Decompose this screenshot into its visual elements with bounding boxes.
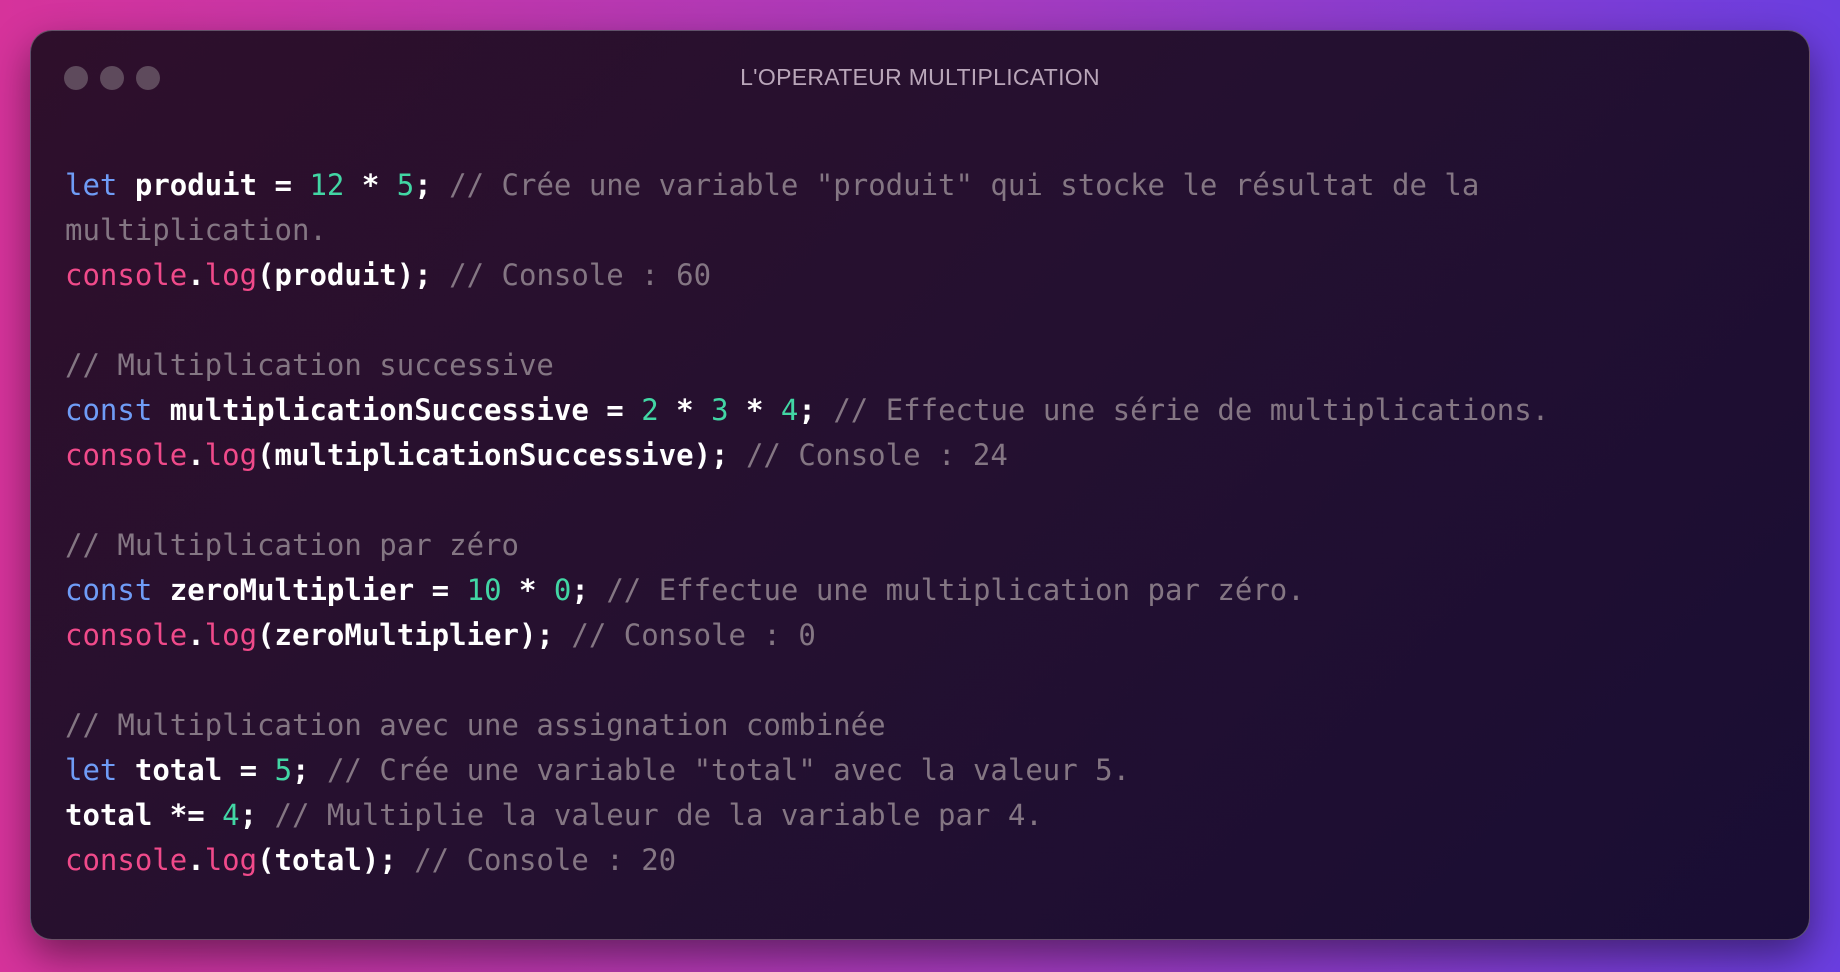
function-name: log — [204, 438, 258, 472]
code-comment: // Crée une variable "produit" qui stock… — [449, 168, 1480, 202]
code-comment: // Crée une variable "total" avec la val… — [326, 753, 1131, 787]
code-comment: // Console : 20 — [414, 843, 677, 877]
punctuation: . — [187, 438, 205, 472]
punctuation: (produit); — [257, 258, 450, 292]
code-line: // Multiplication successive — [65, 343, 1549, 388]
number-literal: 10 — [466, 573, 502, 607]
code-comment: // Multiplication par zéro — [65, 528, 519, 562]
console-object: console — [65, 438, 188, 472]
code-line: console.log(total); // Console : 20 — [65, 838, 1549, 883]
punctuation — [117, 168, 134, 202]
operator: = — [414, 573, 467, 607]
code-comment: // Effectue une série de multiplications… — [833, 393, 1550, 427]
keyword: let — [65, 168, 118, 202]
punctuation — [152, 573, 169, 607]
code-line: const zeroMultiplier = 10 * 0; // Effect… — [65, 568, 1549, 613]
punctuation: (total); — [257, 843, 415, 877]
identifier: multiplicationSuccessive — [169, 393, 589, 427]
number-literal: 0 — [553, 573, 572, 607]
keyword: const — [65, 573, 153, 607]
code-line: let total = 5; // Crée une variable "tot… — [65, 748, 1549, 793]
window-titlebar: L'OPERATEUR MULTIPLICATION — [31, 31, 1809, 123]
number-literal: 12 — [309, 168, 345, 202]
punctuation: . — [187, 618, 205, 652]
identifier: total — [65, 798, 153, 832]
number-literal: 4 — [780, 393, 799, 427]
code-window: L'OPERATEUR MULTIPLICATION let produit =… — [30, 30, 1810, 940]
punctuation: . — [187, 843, 205, 877]
number-literal: 3 — [711, 393, 729, 427]
code-comment: multiplication. — [65, 213, 327, 247]
code-comment: // Console : 0 — [571, 618, 816, 652]
function-name: log — [204, 843, 258, 877]
operator: * — [728, 393, 781, 427]
code-comment: // Effectue une multiplication par zéro. — [606, 573, 1305, 607]
code-comment: // Multiplie la valeur de la variable pa… — [274, 798, 1043, 832]
keyword: let — [65, 753, 118, 787]
identifier: total — [134, 753, 223, 787]
operator: * — [501, 573, 554, 607]
number-literal: 4 — [222, 798, 240, 832]
code-line: total *= 4; // Multiplie la valeur de la… — [65, 793, 1549, 838]
code-comment: // Console : 60 — [449, 258, 712, 292]
code-line: console.log(produit); // Console : 60 — [65, 253, 1549, 298]
operator: * — [658, 393, 712, 427]
punctuation: (zeroMultiplier); — [257, 618, 572, 652]
number-literal: 2 — [641, 393, 659, 427]
function-name: log — [204, 258, 258, 292]
code-comment: // Multiplication successive — [65, 348, 554, 382]
code-comment: // Multiplication avec une assignation c… — [65, 708, 886, 742]
code-line: multiplication. — [65, 208, 1549, 253]
code-line: let produit = 12 * 5; // Crée une variab… — [65, 163, 1549, 208]
console-object: console — [65, 843, 188, 877]
console-object: console — [65, 258, 188, 292]
code-comment: // Console : 24 — [745, 438, 1008, 472]
punctuation — [117, 753, 134, 787]
number-literal: 5 — [274, 753, 293, 787]
punctuation: (multiplicationSuccessive); — [257, 438, 746, 472]
punctuation: ; — [414, 168, 450, 202]
punctuation: ; — [798, 393, 834, 427]
identifier: produit — [134, 168, 258, 202]
operator: * — [344, 168, 397, 202]
keyword: const — [65, 393, 153, 427]
operator: = — [222, 753, 275, 787]
code-line: // Multiplication avec une assignation c… — [65, 703, 1549, 748]
console-object: console — [65, 618, 188, 652]
operator: = — [588, 393, 642, 427]
code-line: console.log(zeroMultiplier); // Console … — [65, 613, 1549, 658]
window-title: L'OPERATEUR MULTIPLICATION — [740, 64, 1100, 90]
code-line: console.log(multiplicationSuccessive); /… — [65, 433, 1549, 478]
punctuation: ; — [292, 753, 327, 787]
function-name: log — [204, 618, 258, 652]
punctuation: . — [187, 258, 205, 292]
operator: = — [257, 168, 310, 202]
code-line: const multiplicationSuccessive = 2 * 3 *… — [65, 388, 1549, 433]
operator: *= — [152, 798, 223, 832]
code-block: let produit = 12 * 5; // Crée une variab… — [65, 163, 1549, 883]
punctuation: ; — [239, 798, 275, 832]
punctuation: ; — [571, 573, 607, 607]
punctuation — [152, 393, 169, 427]
code-line: // Multiplication par zéro — [65, 523, 1549, 568]
identifier: zeroMultiplier — [169, 573, 415, 607]
number-literal: 5 — [396, 168, 415, 202]
